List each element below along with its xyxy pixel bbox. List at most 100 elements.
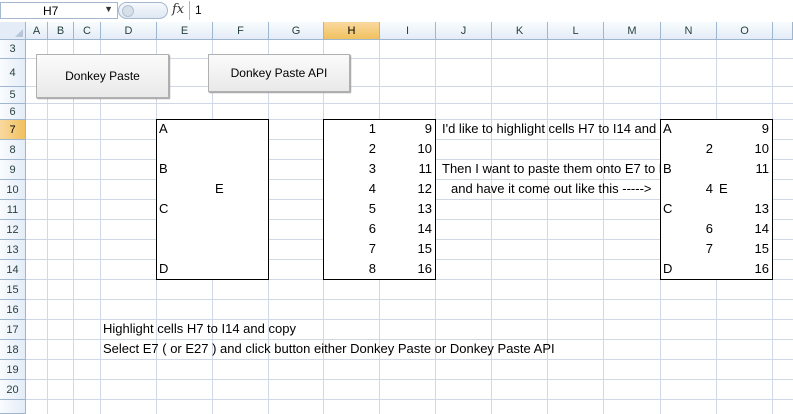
column-header-b[interactable]: B (48, 22, 74, 40)
cell-n11[interactable]: C (663, 200, 672, 218)
row-header-9[interactable]: 9 (0, 160, 26, 180)
column-header-a[interactable]: A (26, 22, 48, 40)
gridline (26, 379, 793, 380)
cell-j10[interactable]: and have it come out like this -----> (436, 180, 660, 198)
cell-h7[interactable]: 1 (324, 120, 376, 138)
cell-o12[interactable]: 14 (717, 220, 769, 238)
gridline (26, 299, 793, 300)
cell-h9[interactable]: 3 (324, 160, 376, 178)
formula-input[interactable]: 1 (195, 3, 202, 17)
row-header-5[interactable]: 5 (0, 87, 26, 104)
formula-bar-expander[interactable] (118, 2, 168, 19)
cell-h13[interactable]: 7 (324, 240, 376, 258)
cell-i9[interactable]: 11 (380, 160, 433, 178)
gridline (26, 399, 793, 400)
column-header-j[interactable]: J (436, 22, 492, 40)
row-header-17[interactable]: 17 (0, 320, 26, 340)
select-all-icon (15, 29, 23, 37)
cell-i14[interactable]: 16 (380, 260, 432, 278)
gridline (26, 103, 793, 104)
column-header-i[interactable]: I (380, 22, 436, 40)
formula-bar: H7 ▼ fx 1 (0, 0, 793, 23)
row-header-21[interactable] (0, 400, 26, 414)
cell-h8[interactable]: 2 (324, 140, 376, 158)
column-header-k[interactable]: K (492, 22, 548, 40)
column-header-e[interactable]: E (157, 22, 213, 40)
column-header-f[interactable]: F (213, 22, 269, 40)
cell-e11[interactable]: C (159, 200, 168, 218)
gridline (603, 40, 604, 414)
cell-e14[interactable]: D (159, 260, 168, 278)
column-header-l[interactable]: L (548, 22, 604, 40)
cell-j10-text: and have it come out like this -----> (451, 181, 652, 196)
name-box-value: H7 (43, 4, 59, 18)
row-header-15[interactable]: 15 (0, 280, 26, 300)
row-header-6[interactable]: 6 (0, 104, 26, 120)
cell-j7[interactable]: I'd like to highlight cells H7 to I14 an… (442, 120, 660, 138)
row-header-18[interactable]: 18 (0, 340, 26, 360)
chevron-down-icon[interactable]: ▼ (104, 4, 113, 14)
row-header-14[interactable]: 14 (0, 260, 26, 280)
target-range-e7-f14 (156, 119, 269, 280)
cell-h14[interactable]: 8 (324, 260, 376, 278)
column-header-m[interactable]: M (604, 22, 661, 40)
row-header-19[interactable]: 19 (0, 360, 26, 380)
cell-o14[interactable]: 16 (717, 260, 769, 278)
cell-o11[interactable]: 13 (717, 200, 769, 218)
donkey-paste-api-button[interactable]: Donkey Paste API (208, 54, 350, 92)
row-header-8[interactable]: 8 (0, 140, 26, 160)
cell-n8[interactable]: 2 (661, 140, 713, 158)
cell-i7[interactable]: 9 (380, 120, 432, 138)
cell-f10[interactable]: E (215, 180, 224, 198)
cell-o7[interactable]: 9 (717, 120, 769, 138)
cell-i12[interactable]: 14 (380, 220, 432, 238)
name-box[interactable]: H7 ▼ (0, 2, 118, 19)
column-header-d[interactable]: D (101, 22, 157, 40)
cell-h12[interactable]: 6 (324, 220, 376, 238)
cell-o13[interactable]: 15 (717, 240, 769, 258)
cell-n14[interactable]: D (663, 260, 672, 278)
cell-i10[interactable]: 12 (380, 180, 432, 198)
row-header-11[interactable]: 11 (0, 200, 26, 220)
cell-n10[interactable]: 4 (661, 180, 713, 198)
row-header-4[interactable]: 4 (0, 59, 26, 87)
circle-icon (122, 5, 134, 17)
row-header-16[interactable]: 16 (0, 300, 26, 320)
row-header-12[interactable]: 12 (0, 220, 26, 240)
row-header-13[interactable]: 13 (0, 240, 26, 260)
cell-e9[interactable]: B (159, 160, 168, 178)
cell-i8[interactable]: 10 (380, 140, 432, 158)
row-header-7[interactable]: 7 (0, 120, 26, 140)
cell-o9[interactable]: 11 (717, 160, 770, 178)
column-header-p[interactable] (773, 22, 793, 40)
row-header-20[interactable]: 20 (0, 380, 26, 400)
column-header-n[interactable]: N (661, 22, 717, 40)
gridline (26, 359, 793, 360)
cell-j9-text: Then I want to paste them onto E7 to F14 (442, 161, 660, 176)
cell-d18[interactable]: Select E7 ( or E27 ) and click button ei… (103, 340, 555, 358)
cell-d17[interactable]: Highlight cells H7 to I14 and copy (103, 320, 296, 338)
cell-n13[interactable]: 7 (661, 240, 713, 258)
column-header-c[interactable]: C (74, 22, 101, 40)
cell-n9[interactable]: B (663, 160, 672, 178)
row-header-10[interactable]: 10 (0, 180, 26, 200)
cell-n7[interactable]: A (663, 120, 672, 138)
cell-j9[interactable]: Then I want to paste them onto E7 to F14 (442, 160, 660, 178)
column-header-h[interactable]: H (324, 22, 380, 40)
cell-o8[interactable]: 10 (717, 140, 769, 158)
cell-n12[interactable]: 6 (661, 220, 713, 238)
select-all-button[interactable] (0, 22, 26, 40)
cell-e7[interactable]: A (159, 120, 168, 138)
column-header-o[interactable]: O (717, 22, 773, 40)
cell-j7-text: I'd like to highlight cells H7 to I14 an… (442, 121, 660, 136)
cell-i13[interactable]: 15 (380, 240, 432, 258)
column-header-g[interactable]: G (269, 22, 324, 40)
cell-h11[interactable]: 5 (324, 200, 376, 218)
cell-h10[interactable]: 4 (324, 180, 376, 198)
insert-function-icon[interactable]: fx (172, 2, 184, 17)
row-header-3[interactable]: 3 (0, 40, 26, 59)
cell-i11[interactable]: 13 (380, 200, 432, 218)
cell-o10[interactable]: E (719, 180, 728, 198)
donkey-paste-button[interactable]: Donkey Paste (36, 54, 169, 98)
divider (189, 1, 190, 20)
